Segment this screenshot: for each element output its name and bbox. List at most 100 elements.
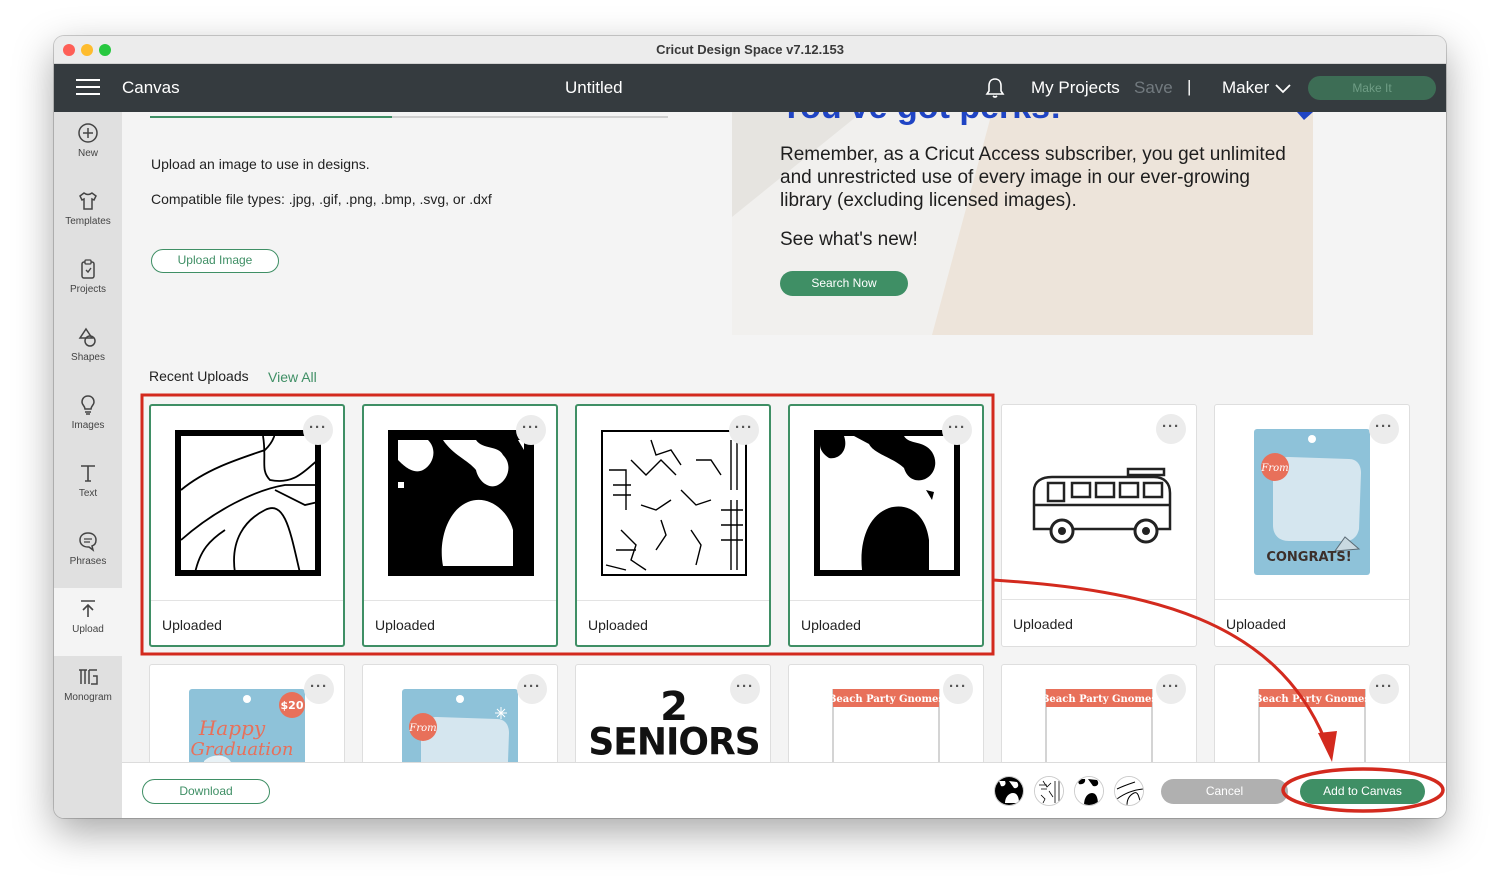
sidebar-item-monogram[interactable]: Monogram	[54, 656, 122, 724]
upload-card[interactable]: ··· Uploaded	[149, 404, 345, 647]
card-label: Uploaded	[588, 617, 648, 633]
card-footer: Uploaded	[790, 600, 982, 645]
make-it-button[interactable]: Make It	[1308, 76, 1436, 100]
upload-card[interactable]: Beach Party Gnomes ···	[788, 664, 984, 762]
sidebar-item-label: Phrases	[69, 556, 107, 567]
sidebar-item-label: Text	[78, 488, 98, 499]
view-all-link[interactable]: View All	[268, 369, 317, 385]
upload-description: Upload an image to use in designs.	[151, 156, 370, 172]
title-bar: Cricut Design Space v7.12.153	[54, 36, 1446, 64]
recent-uploads-label: Recent Uploads	[149, 368, 249, 384]
app-header: Canvas Untitled My Projects Save | Maker…	[54, 64, 1446, 112]
card-footer: Uploaded	[364, 600, 556, 645]
selected-upload-thumbnail[interactable]	[1114, 776, 1144, 806]
promo-see-new: See what's new!	[780, 229, 918, 250]
sidebar-item-label: New	[77, 148, 98, 159]
more-options-button[interactable]: ···	[943, 674, 973, 704]
graduation-text-1: Happy	[198, 716, 266, 740]
graduation-tag-image: $20 Happy Graduation	[189, 689, 305, 762]
upload-card[interactable]: From CONGRATS! ··· Uploaded	[1214, 404, 1410, 647]
more-options-button[interactable]: ···	[729, 415, 759, 445]
bottom-action-bar: Download Cancel Add to Canvas	[122, 762, 1446, 818]
upload-panel: Upload an image to use in designs. Compa…	[122, 112, 1446, 762]
monogram-icon	[79, 669, 98, 685]
sidebar-item-templates[interactable]: Templates	[54, 180, 122, 248]
sidebar-item-label: Shapes	[71, 352, 105, 363]
tag-from-text: From	[1260, 463, 1288, 474]
more-options-button[interactable]: ···	[1156, 414, 1186, 444]
more-options-button[interactable]: ···	[730, 674, 760, 704]
upload-card[interactable]: 2 SENIORS ···	[575, 664, 771, 762]
more-options-button[interactable]: ···	[1369, 674, 1399, 704]
upload-image-button[interactable]: Upload Image	[151, 249, 279, 273]
sidebar-item-new[interactable]: New	[54, 112, 122, 180]
promo-banner: You've got perks! Remember, as a Cricut …	[732, 112, 1313, 335]
upload-card[interactable]: ··· Uploaded	[788, 404, 984, 647]
graduation-text-2: Graduation	[191, 739, 294, 760]
card-footer: Uploaded	[151, 600, 343, 645]
chevron-down-icon[interactable]	[1275, 81, 1291, 99]
machine-select[interactable]: Maker	[1222, 78, 1269, 98]
graduation-price: $20	[281, 699, 304, 712]
card-footer: Uploaded	[577, 600, 769, 645]
upload-card[interactable]: ··· Uploaded	[1001, 404, 1197, 647]
sidebar-item-projects[interactable]: Projects	[54, 248, 122, 316]
card-label: Uploaded	[162, 617, 222, 633]
upload-card[interactable]: ··· Uploaded	[362, 404, 558, 647]
upload-card[interactable]: Beach Party Gnomes ···	[1214, 664, 1410, 762]
speech-bubble-icon	[79, 532, 97, 552]
sidebar-item-images[interactable]: Images	[54, 384, 122, 452]
text-icon	[81, 465, 95, 482]
card-label: Uploaded	[375, 617, 435, 633]
sidebar-item-label: Images	[71, 420, 105, 431]
more-options-button[interactable]: ···	[517, 674, 547, 704]
save-button[interactable]: Save	[1134, 78, 1173, 98]
silhouette-image	[388, 430, 534, 576]
header-separator: |	[1187, 77, 1192, 96]
selected-upload-thumbnail[interactable]	[1074, 776, 1104, 806]
tag-from-text: From	[408, 723, 436, 734]
silhouette-image	[814, 430, 960, 576]
more-options-button[interactable]: ···	[304, 674, 334, 704]
sidebar-item-phrases[interactable]: Phrases	[54, 520, 122, 588]
tag-congrats-text: CONGRATS!	[1266, 550, 1351, 565]
gnome-tag-image: Beach Party Gnomes	[1254, 689, 1370, 762]
upload-card[interactable]: $20 Happy Graduation ···	[149, 664, 345, 762]
more-options-button[interactable]: ···	[1156, 674, 1186, 704]
sidebar-item-label: Monogram	[64, 692, 112, 703]
projects-icon	[81, 259, 95, 279]
app-window: Cricut Design Space v7.12.153 Canvas Unt…	[54, 36, 1446, 818]
cancel-button[interactable]: Cancel	[1161, 779, 1288, 804]
selected-upload-thumbnail[interactable]	[1034, 776, 1064, 806]
congrats-tag-image: From CONGRATS!	[1254, 429, 1370, 575]
more-options-button[interactable]: ···	[942, 415, 972, 445]
seniors-text: SENIORS	[588, 720, 760, 762]
menu-icon[interactable]	[76, 79, 100, 97]
selected-upload-thumbnail[interactable]	[994, 776, 1024, 806]
card-footer: Uploaded	[1215, 599, 1409, 646]
bell-icon[interactable]	[985, 77, 1005, 104]
card-label: Uploaded	[1226, 616, 1286, 632]
add-to-canvas-button[interactable]: Add to Canvas	[1300, 779, 1425, 804]
more-options-button[interactable]: ···	[303, 415, 333, 445]
sidebar-item-shapes[interactable]: Shapes	[54, 316, 122, 384]
gnome-tag-title: Beach Party Gnomes	[828, 694, 944, 705]
upload-card[interactable]: From ···	[362, 664, 558, 762]
shapes-icon	[78, 327, 96, 347]
van-image	[1032, 467, 1172, 544]
upload-card[interactable]: ··· Uploaded	[575, 404, 771, 647]
my-projects-link[interactable]: My Projects	[1031, 78, 1120, 98]
compatible-file-types: Compatible file types: .jpg, .gif, .png,…	[151, 191, 492, 207]
search-now-button[interactable]: Search Now	[780, 271, 908, 296]
more-options-button[interactable]: ···	[516, 415, 546, 445]
sidebar-item-text[interactable]: Text	[54, 452, 122, 520]
shirt-icon	[79, 192, 97, 210]
gnome-tag-image: Beach Party Gnomes	[828, 689, 944, 762]
document-title[interactable]: Untitled	[565, 78, 623, 98]
more-options-button[interactable]: ···	[1369, 414, 1399, 444]
sidebar-item-upload[interactable]: Upload	[54, 588, 122, 656]
upload-card[interactable]: Beach Party Gnomes ···	[1001, 664, 1197, 762]
promo-headline: You've got perks!	[780, 112, 1061, 127]
download-button[interactable]: Download	[142, 779, 270, 804]
gnome-tag-title: Beach Party Gnomes	[1041, 694, 1157, 705]
